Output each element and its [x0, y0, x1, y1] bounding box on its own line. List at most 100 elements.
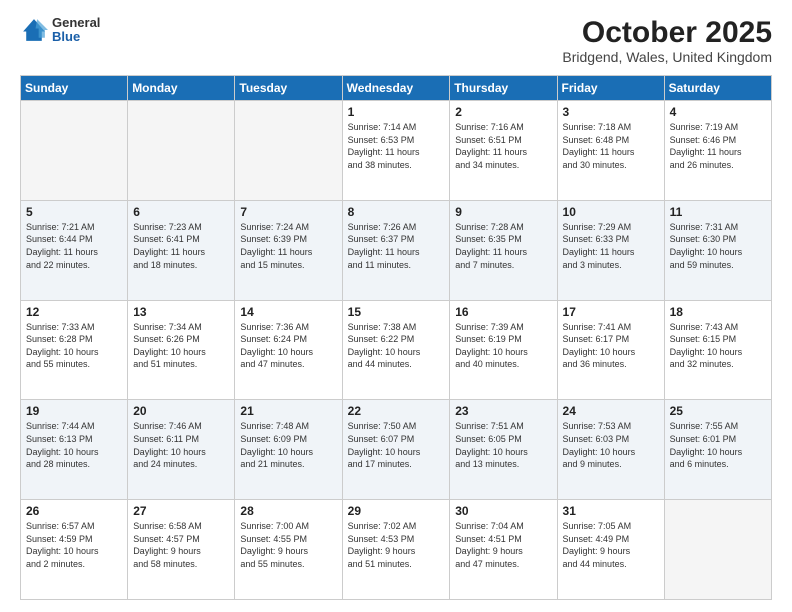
page: General Blue October 2025 Bridgend, Wale… — [0, 0, 792, 612]
day-number: 3 — [563, 105, 659, 119]
day-number: 19 — [26, 404, 122, 418]
day-number: 20 — [133, 404, 229, 418]
calendar-week-row: 19 Sunrise: 7:44 AM Sunset: 6:13 PM Dayli… — [21, 400, 772, 500]
day-header-friday: Friday — [557, 76, 664, 101]
day-header-wednesday: Wednesday — [342, 76, 450, 101]
calendar-cell: 11 Sunrise: 7:31 AM Sunset: 6:30 PM Dayli… — [664, 200, 771, 300]
calendar-cell: 9 Sunrise: 7:28 AM Sunset: 6:35 PM Daylig… — [450, 200, 557, 300]
calendar-table: SundayMondayTuesdayWednesdayThursdayFrid… — [20, 75, 772, 600]
day-number: 16 — [455, 305, 551, 319]
calendar-cell: 7Sunrise: 7:24 AM Sunset: 6:39 PM Daylig… — [235, 200, 342, 300]
calendar-cell — [128, 101, 235, 201]
day-header-thursday: Thursday — [450, 76, 557, 101]
calendar-cell: 25Sunrise: 7:55 AM Sunset: 6:01 PM Dayli… — [664, 400, 771, 500]
main-title: October 2025 — [562, 16, 772, 49]
calendar-cell: 30Sunrise: 7:04 AM Sunset: 4:51 PM Dayli… — [450, 500, 557, 600]
calendar-cell: 3 Sunrise: 7:18 AM Sunset: 6:48 PM Daylig… — [557, 101, 664, 201]
day-info: Sunrise: 7:28 AM Sunset: 6:35 PM Dayligh… — [455, 221, 551, 271]
day-info: Sunrise: 7:44 AM Sunset: 6:13 PM Dayligh… — [26, 420, 122, 470]
calendar-cell: 15Sunrise: 7:38 AM Sunset: 6:22 PM Dayli… — [342, 300, 450, 400]
day-info: Sunrise: 7:39 AM Sunset: 6:19 PM Dayligh… — [455, 321, 551, 371]
calendar-week-row: 26 Sunrise: 6:57 AM Sunset: 4:59 PM Dayli… — [21, 500, 772, 600]
calendar-cell: 24 Sunrise: 7:53 AM Sunset: 6:03 PM Dayli… — [557, 400, 664, 500]
logo-icon — [20, 16, 48, 44]
day-number: 14 — [240, 305, 336, 319]
header: General Blue October 2025 Bridgend, Wale… — [20, 16, 772, 65]
calendar-week-row: 12Sunrise: 7:33 AM Sunset: 6:28 PM Dayli… — [21, 300, 772, 400]
day-info: Sunrise: 6:57 AM Sunset: 4:59 PM Dayligh… — [26, 520, 122, 570]
calendar-week-row: 5Sunrise: 7:21 AM Sunset: 6:44 PM Daylig… — [21, 200, 772, 300]
day-number: 28 — [240, 504, 336, 518]
calendar-cell: 20 Sunrise: 7:46 AM Sunset: 6:11 PM Dayli… — [128, 400, 235, 500]
calendar-header-row: SundayMondayTuesdayWednesdayThursdayFrid… — [21, 76, 772, 101]
day-info: Sunrise: 7:19 AM Sunset: 6:46 PM Dayligh… — [670, 121, 766, 171]
day-number: 26 — [26, 504, 122, 518]
day-info: Sunrise: 7:26 AM Sunset: 6:37 PM Dayligh… — [348, 221, 445, 271]
day-header-saturday: Saturday — [664, 76, 771, 101]
day-header-monday: Monday — [128, 76, 235, 101]
day-number: 1 — [348, 105, 445, 119]
day-info: Sunrise: 7:46 AM Sunset: 6:11 PM Dayligh… — [133, 420, 229, 470]
calendar-cell: 28 Sunrise: 7:00 AM Sunset: 4:55 PM Dayli… — [235, 500, 342, 600]
day-number: 24 — [563, 404, 659, 418]
day-number: 2 — [455, 105, 551, 119]
day-info: Sunrise: 7:05 AM Sunset: 4:49 PM Dayligh… — [563, 520, 659, 570]
calendar-cell — [21, 101, 128, 201]
day-number: 12 — [26, 305, 122, 319]
day-info: Sunrise: 7:41 AM Sunset: 6:17 PM Dayligh… — [563, 321, 659, 371]
day-header-sunday: Sunday — [21, 76, 128, 101]
calendar-cell: 19 Sunrise: 7:44 AM Sunset: 6:13 PM Dayli… — [21, 400, 128, 500]
calendar-cell: 10Sunrise: 7:29 AM Sunset: 6:33 PM Dayli… — [557, 200, 664, 300]
day-header-tuesday: Tuesday — [235, 76, 342, 101]
calendar-cell: 16 Sunrise: 7:39 AM Sunset: 6:19 PM Dayli… — [450, 300, 557, 400]
day-info: Sunrise: 7:14 AM Sunset: 6:53 PM Dayligh… — [348, 121, 445, 171]
day-number: 6 — [133, 205, 229, 219]
logo-text: General Blue — [52, 16, 100, 45]
calendar-week-row: 1 Sunrise: 7:14 AM Sunset: 6:53 PM Daylig… — [21, 101, 772, 201]
calendar-cell: 4 Sunrise: 7:19 AM Sunset: 6:46 PM Daylig… — [664, 101, 771, 201]
calendar-cell: 13 Sunrise: 7:34 AM Sunset: 6:26 PM Dayli… — [128, 300, 235, 400]
day-number: 29 — [348, 504, 445, 518]
day-info: Sunrise: 7:16 AM Sunset: 6:51 PM Dayligh… — [455, 121, 551, 171]
logo: General Blue — [20, 16, 100, 45]
day-info: Sunrise: 7:29 AM Sunset: 6:33 PM Dayligh… — [563, 221, 659, 271]
day-info: Sunrise: 7:34 AM Sunset: 6:26 PM Dayligh… — [133, 321, 229, 371]
calendar-cell: 17 Sunrise: 7:41 AM Sunset: 6:17 PM Dayli… — [557, 300, 664, 400]
day-info: Sunrise: 7:50 AM Sunset: 6:07 PM Dayligh… — [348, 420, 445, 470]
day-info: Sunrise: 7:55 AM Sunset: 6:01 PM Dayligh… — [670, 420, 766, 470]
calendar-cell: 22Sunrise: 7:50 AM Sunset: 6:07 PM Dayli… — [342, 400, 450, 500]
calendar-cell: 14Sunrise: 7:36 AM Sunset: 6:24 PM Dayli… — [235, 300, 342, 400]
calendar-cell: 29 Sunrise: 7:02 AM Sunset: 4:53 PM Dayli… — [342, 500, 450, 600]
day-info: Sunrise: 7:31 AM Sunset: 6:30 PM Dayligh… — [670, 221, 766, 271]
calendar-cell: 21 Sunrise: 7:48 AM Sunset: 6:09 PM Dayli… — [235, 400, 342, 500]
day-number: 13 — [133, 305, 229, 319]
day-info: Sunrise: 7:43 AM Sunset: 6:15 PM Dayligh… — [670, 321, 766, 371]
day-number: 30 — [455, 504, 551, 518]
day-number: 9 — [455, 205, 551, 219]
day-number: 4 — [670, 105, 766, 119]
day-info: Sunrise: 7:53 AM Sunset: 6:03 PM Dayligh… — [563, 420, 659, 470]
calendar-cell: 31 Sunrise: 7:05 AM Sunset: 4:49 PM Dayli… — [557, 500, 664, 600]
day-info: Sunrise: 7:48 AM Sunset: 6:09 PM Dayligh… — [240, 420, 336, 470]
day-number: 17 — [563, 305, 659, 319]
day-number: 11 — [670, 205, 766, 219]
day-info: Sunrise: 7:02 AM Sunset: 4:53 PM Dayligh… — [348, 520, 445, 570]
calendar-cell — [664, 500, 771, 600]
day-number: 21 — [240, 404, 336, 418]
calendar-cell: 23Sunrise: 7:51 AM Sunset: 6:05 PM Dayli… — [450, 400, 557, 500]
calendar-cell: 1 Sunrise: 7:14 AM Sunset: 6:53 PM Daylig… — [342, 101, 450, 201]
calendar-cell: 5Sunrise: 7:21 AM Sunset: 6:44 PM Daylig… — [21, 200, 128, 300]
day-number: 31 — [563, 504, 659, 518]
day-number: 18 — [670, 305, 766, 319]
subtitle: Bridgend, Wales, United Kingdom — [562, 49, 772, 65]
day-info: Sunrise: 7:23 AM Sunset: 6:41 PM Dayligh… — [133, 221, 229, 271]
day-info: Sunrise: 7:18 AM Sunset: 6:48 PM Dayligh… — [563, 121, 659, 171]
day-number: 8 — [348, 205, 445, 219]
day-info: Sunrise: 7:24 AM Sunset: 6:39 PM Dayligh… — [240, 221, 336, 271]
day-number: 27 — [133, 504, 229, 518]
day-info: Sunrise: 7:00 AM Sunset: 4:55 PM Dayligh… — [240, 520, 336, 570]
day-number: 15 — [348, 305, 445, 319]
calendar-cell — [235, 101, 342, 201]
calendar-cell: 18 Sunrise: 7:43 AM Sunset: 6:15 PM Dayli… — [664, 300, 771, 400]
day-info: Sunrise: 7:51 AM Sunset: 6:05 PM Dayligh… — [455, 420, 551, 470]
